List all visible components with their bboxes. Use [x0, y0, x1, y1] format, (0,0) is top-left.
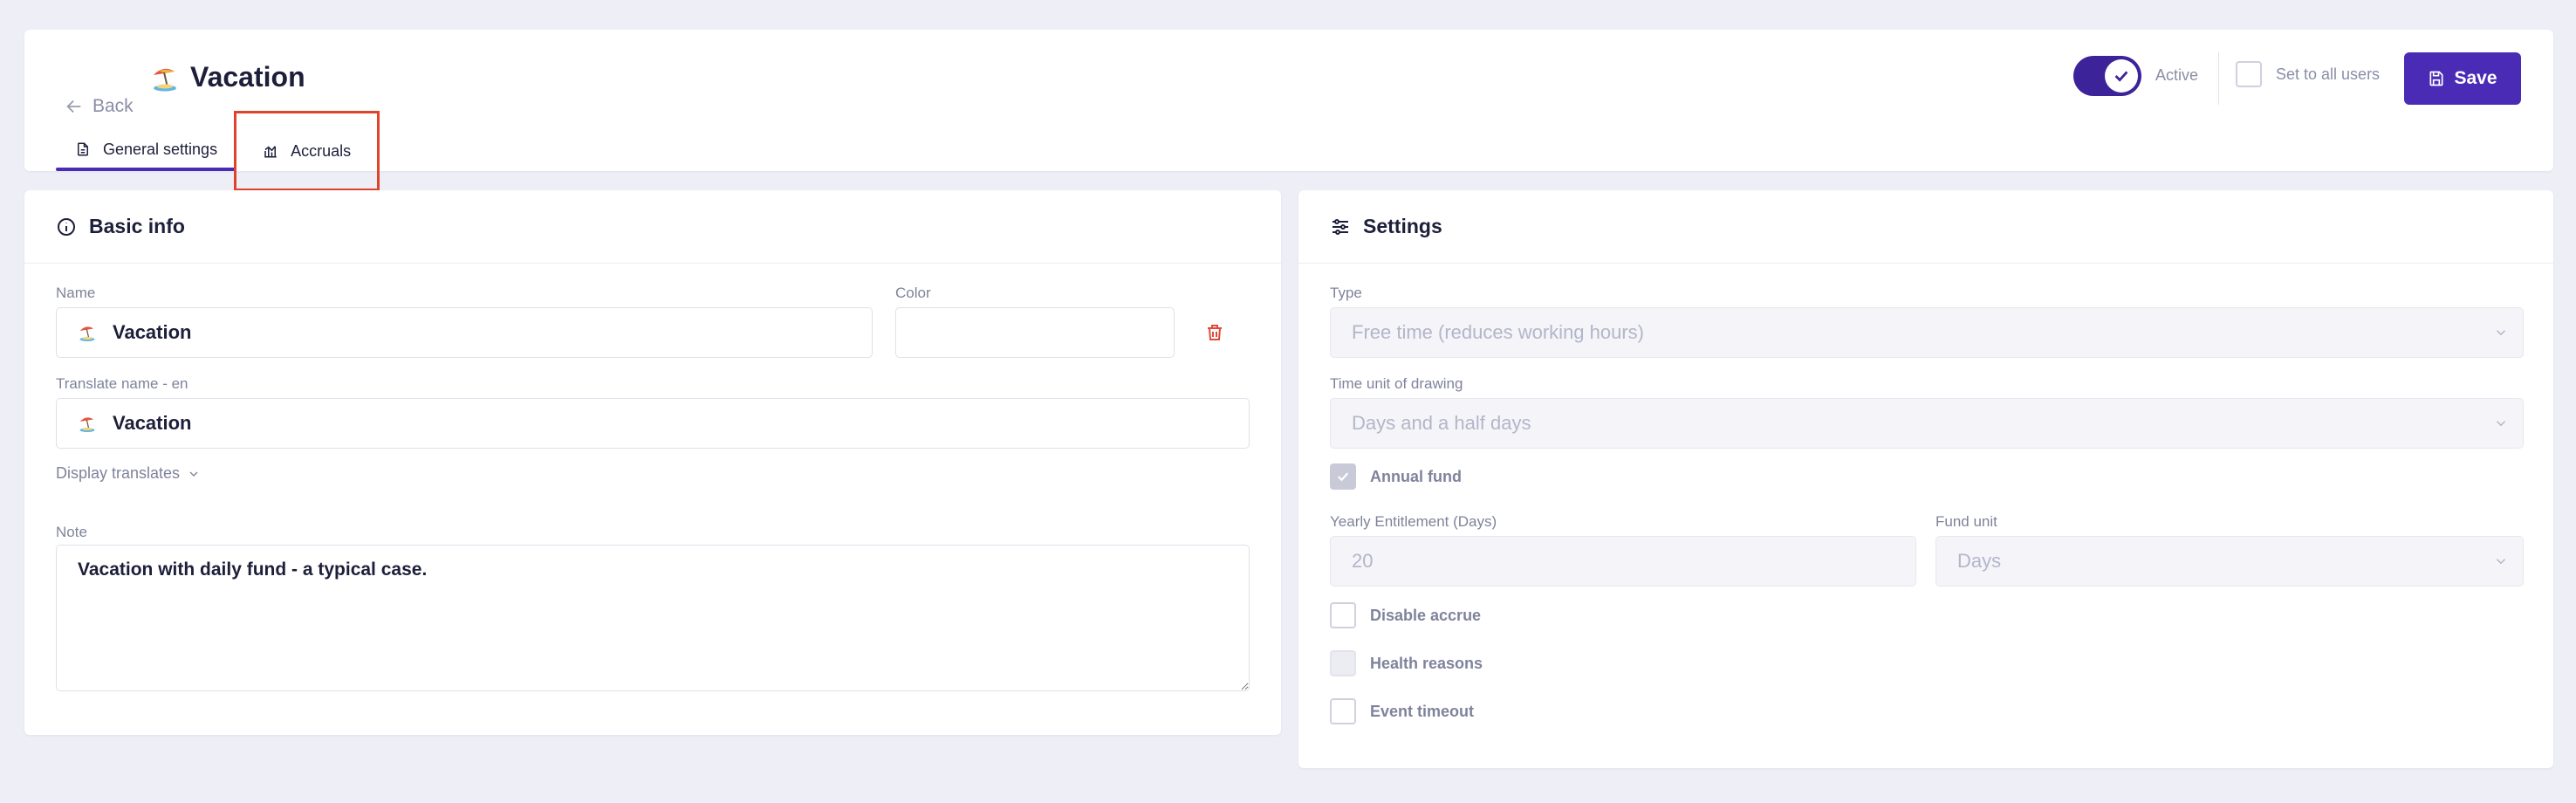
color-field[interactable] [895, 307, 1175, 358]
type-label: Type [1330, 285, 1362, 301]
page-title: Vacation [150, 61, 305, 93]
chevron-down-icon [2496, 559, 2506, 565]
tab-bar: General settings Accruals [56, 111, 380, 191]
bar-chart-icon [264, 146, 277, 158]
set-to-all-users-label: Set to all users [2276, 65, 2381, 83]
settings-header: Settings [1298, 190, 2553, 264]
event-timeout-checkbox[interactable]: Event timeout [1330, 698, 1474, 724]
type-select[interactable]: Free time (reduces working hours) [1330, 307, 2524, 358]
time-unit-value: Days and a half days [1352, 412, 1531, 434]
check-icon [1337, 472, 1349, 482]
toggle-knob [2105, 59, 2138, 93]
beach-umbrella-icon [154, 68, 176, 91]
annual-fund-checkbox[interactable]: Annual fund [1330, 463, 1462, 490]
back-label: Back [92, 96, 134, 116]
note-textarea[interactable]: Vacation with daily fund - a typical cas… [56, 545, 1250, 691]
basic-info-title: Basic info [89, 215, 185, 237]
arrow-left-icon [66, 100, 81, 113]
tab-general-settings[interactable]: General settings [56, 127, 237, 171]
name-field[interactable]: Vacation [56, 307, 873, 358]
save-button[interactable]: Save [2404, 52, 2521, 105]
active-toggle[interactable] [2073, 56, 2141, 96]
translate-value: Vacation [113, 412, 192, 434]
yearly-entitlement-label: Yearly Entitlement (Days) [1330, 513, 1497, 530]
tab-accruals[interactable]: Accruals [234, 111, 380, 191]
sliders-icon [1333, 218, 1348, 235]
display-translates-label: Display translates [56, 464, 181, 482]
display-translates-toggle[interactable]: Display translates [56, 464, 201, 483]
translate-name-field[interactable]: Vacation [56, 398, 1250, 449]
health-reasons-label: Health reasons [1370, 654, 1483, 672]
note-label: Note [56, 524, 87, 540]
beach-umbrella-icon [79, 326, 95, 342]
set-to-all-users-checkbox[interactable]: Set to all users [2236, 61, 2380, 87]
tab-accruals-label: Accruals [291, 141, 352, 160]
time-unit-label: Time unit of drawing [1330, 375, 1463, 392]
chevron-down-icon [189, 471, 198, 477]
save-icon [2429, 71, 2443, 86]
disable-accrue-checkbox[interactable]: Disable accrue [1330, 602, 1481, 628]
yearly-entitlement-value: 20 [1352, 550, 1374, 572]
annual-fund-label: Annual fund [1370, 467, 1462, 485]
disable-accrue-box[interactable] [1330, 602, 1356, 628]
chevron-down-icon [2496, 330, 2506, 336]
yearly-entitlement-field[interactable]: 20 [1330, 536, 1916, 587]
health-reasons-checkbox[interactable]: Health reasons [1330, 650, 1483, 676]
page-title-text: Vacation [190, 61, 305, 93]
active-label: Active [2155, 66, 2199, 84]
check-icon [2114, 71, 2128, 82]
fund-unit-select[interactable]: Days [1935, 536, 2524, 587]
fund-unit-value: Days [1957, 550, 2002, 572]
document-icon [78, 142, 88, 156]
save-label: Save [2454, 68, 2497, 88]
name-label: Name [56, 285, 96, 301]
tab-general-settings-label: General settings [103, 140, 218, 158]
health-reasons-box[interactable] [1330, 650, 1356, 676]
event-timeout-box[interactable] [1330, 698, 1356, 724]
color-label: Color [895, 285, 931, 301]
settings-panel: Settings Type Free time (reduces working… [1298, 190, 2553, 768]
translate-label: Translate name - en [56, 375, 188, 392]
fund-unit-label: Fund unit [1935, 513, 1997, 530]
disable-accrue-label: Disable accrue [1370, 606, 1482, 624]
name-value: Vacation [113, 321, 192, 343]
set-to-all-users-box[interactable] [2236, 61, 2262, 87]
trash-icon[interactable] [1204, 322, 1225, 343]
basic-info-header: Basic info [24, 190, 1281, 264]
time-unit-select[interactable]: Days and a half days [1330, 398, 2524, 449]
settings-title: Settings [1363, 215, 1442, 237]
type-value: Free time (reduces working hours) [1352, 321, 1645, 343]
basic-info-panel: Basic info Name Vacation Color Translate… [24, 190, 1281, 735]
annual-fund-box[interactable] [1330, 463, 1356, 490]
info-icon [58, 217, 75, 236]
page-header: Back Vacation General settings Accruals … [24, 30, 2553, 191]
chevron-down-icon [2496, 421, 2506, 427]
beach-umbrella-icon [79, 417, 95, 433]
event-timeout-label: Event timeout [1370, 702, 1475, 720]
divider [2218, 52, 2219, 105]
